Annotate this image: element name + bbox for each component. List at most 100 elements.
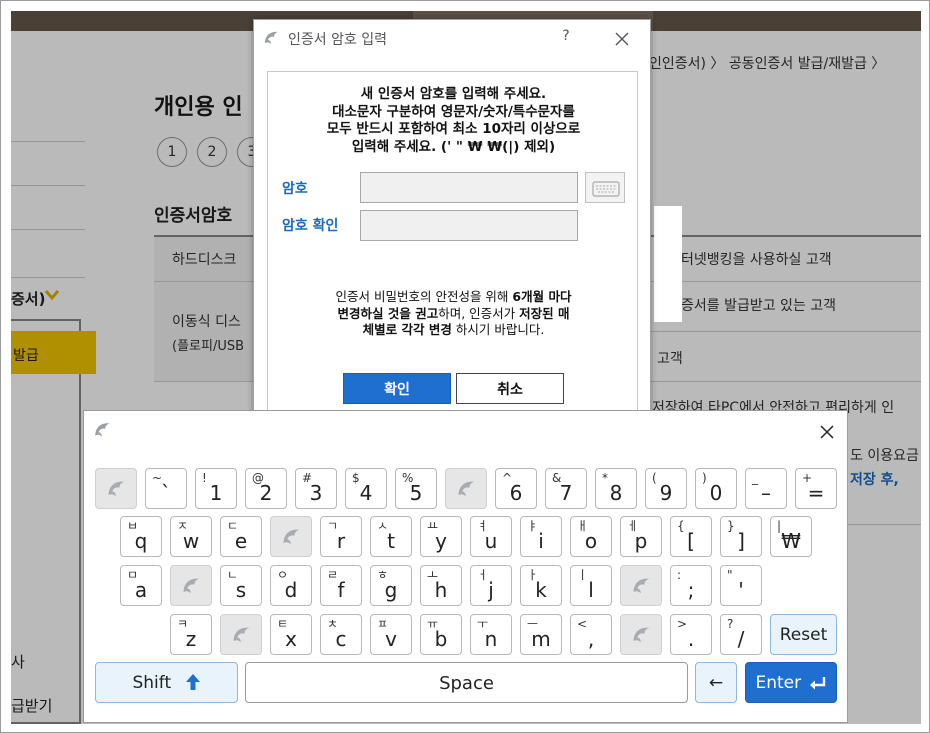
- key-=[interactable]: + =: [795, 468, 837, 509]
- key-x[interactable]: ㅌx: [270, 614, 312, 655]
- notice-text: 체별로 각각 변경: [362, 322, 452, 337]
- key-0[interactable]: ) 0: [695, 468, 737, 509]
- shift-key[interactable]: Shift: [95, 662, 238, 703]
- blank-key[interactable]: [270, 516, 312, 557]
- blank-key[interactable]: [95, 468, 137, 509]
- key-main-symbol: s: [235, 578, 247, 602]
- notice-text: 변경하실 것을 권고: [337, 305, 439, 321]
- blank-key[interactable]: [220, 614, 262, 655]
- dolphin-logo-icon: [233, 627, 250, 643]
- blank-key[interactable]: [620, 614, 662, 655]
- password-input[interactable]: [360, 172, 578, 203]
- key-z[interactable]: ㅋz: [170, 614, 212, 655]
- key-4[interactable]: $4: [345, 468, 387, 509]
- notice-text: 저장된 매: [519, 305, 570, 321]
- key-9[interactable]: (9: [645, 468, 687, 509]
- security-notice: 인증서 비밀번호의 안전성을 위해 6개월 마다 변경하실 것을 권고하며, 인…: [268, 289, 639, 339]
- key-,[interactable]: <,: [570, 614, 612, 655]
- key-'[interactable]: " ': [720, 565, 762, 606]
- key-main-symbol: 5: [409, 481, 423, 505]
- enter-key[interactable]: Enter: [745, 662, 837, 703]
- key-d[interactable]: ㅇd: [270, 565, 312, 606]
- key-7[interactable]: & 7: [545, 468, 587, 509]
- backspace-key[interactable]: ←: [695, 662, 737, 703]
- dialog-title: 인증서 암호 입력: [288, 32, 388, 48]
- key-main-symbol: 2: [259, 481, 273, 505]
- key-–[interactable]: _ –: [745, 468, 787, 509]
- blank-key[interactable]: [620, 565, 662, 606]
- confirm-password-input[interactable]: [360, 210, 578, 241]
- help-button[interactable]: ?: [556, 28, 576, 48]
- key-3[interactable]: #3: [295, 468, 337, 509]
- key-main-symbol: l: [588, 578, 594, 602]
- key-k[interactable]: ㅏk: [520, 565, 562, 606]
- key-8[interactable]: * 8: [595, 468, 637, 509]
- key-main-symbol: t: [387, 529, 395, 553]
- dolphin-logo-icon: [108, 481, 125, 497]
- key-.[interactable]: >.: [670, 614, 712, 655]
- key-h[interactable]: ㅗh: [420, 565, 462, 606]
- enter-key-label: Enter: [746, 673, 836, 693]
- key-l[interactable]: ㅣl: [570, 565, 612, 606]
- key-main-symbol: 9: [659, 481, 673, 505]
- key-g[interactable]: ㅎg: [370, 565, 412, 606]
- key-;[interactable]: :;: [670, 565, 712, 606]
- dolphin-logo-icon: [95, 423, 110, 437]
- close-icon[interactable]: [816, 421, 838, 443]
- key-e[interactable]: ㄷe: [220, 516, 262, 557]
- enter-arrow-icon: [809, 677, 825, 690]
- key-5[interactable]: % 5: [395, 468, 437, 509]
- key-][interactable]: }]: [720, 516, 762, 557]
- key-main-symbol: 1: [209, 481, 223, 505]
- key-main-symbol: e: [234, 529, 248, 553]
- key-main-symbol: ': [738, 578, 744, 602]
- password-dialog: 인증서 암호 입력 ? 새 인증서 암호를 입력해 주세요. 대소문자 구분하여…: [253, 19, 651, 419]
- key-f[interactable]: ㄹf: [320, 565, 362, 606]
- key-1[interactable]: ! 1: [195, 468, 237, 509]
- key-v[interactable]: ㅍv: [370, 614, 412, 655]
- key-p[interactable]: ㅔp: [620, 516, 662, 557]
- key-r[interactable]: ㄱr: [320, 516, 362, 557]
- shift-key-label: Shift: [96, 673, 237, 693]
- key-b[interactable]: ㅠb: [420, 614, 462, 655]
- key-n[interactable]: ㅜn: [470, 614, 512, 655]
- key-main-symbol: 8: [609, 481, 623, 505]
- reset-key[interactable]: Reset: [770, 614, 837, 655]
- key-w[interactable]: ㅈw: [170, 516, 212, 557]
- key-`[interactable]: ~ `: [145, 468, 187, 509]
- dialog-title-bar[interactable]: 인증서 암호 입력 ?: [254, 20, 650, 58]
- key-o[interactable]: ㅐo: [570, 516, 612, 557]
- ok-button[interactable]: 확인: [343, 373, 451, 404]
- space-key[interactable]: Space: [245, 662, 688, 703]
- key-i[interactable]: ㅑi: [520, 516, 562, 557]
- blank-key[interactable]: [170, 565, 212, 606]
- key-main-symbol: j: [488, 578, 494, 602]
- key-main-symbol: c: [335, 627, 347, 651]
- key-6[interactable]: ^ 6: [495, 468, 537, 509]
- key-main-symbol: `: [161, 481, 171, 505]
- key-₩[interactable]: | ₩: [770, 516, 812, 557]
- key-s[interactable]: ㄴs: [220, 565, 262, 606]
- key-u[interactable]: ㅕu: [470, 516, 512, 557]
- key-/[interactable]: ? /: [720, 614, 762, 655]
- blank-key[interactable]: [445, 468, 487, 509]
- key-q[interactable]: ㅂq: [120, 516, 162, 557]
- cancel-button[interactable]: 취소: [456, 373, 564, 404]
- key-m[interactable]: ㅡm: [520, 614, 562, 655]
- key-main-symbol: ₩: [781, 529, 801, 553]
- key-main-symbol: w: [182, 529, 200, 553]
- instruction-line: 모두 반드시 포함하여 최소 10자리 이상으로: [326, 121, 581, 137]
- key-c[interactable]: ㅊc: [320, 614, 362, 655]
- notice-text: 인증서 비밀번호의 안전성을 위해: [335, 289, 513, 304]
- dolphin-logo-icon: [458, 481, 475, 497]
- key-j[interactable]: ㅓj: [470, 565, 512, 606]
- key-main-symbol: [: [687, 529, 695, 553]
- close-icon[interactable]: [611, 28, 633, 50]
- virtual-keyboard-toggle[interactable]: [585, 172, 625, 203]
- key-[[interactable]: {[: [670, 516, 712, 557]
- key-2[interactable]: @2: [245, 468, 287, 509]
- background-panel: [654, 206, 682, 322]
- key-t[interactable]: ㅅt: [370, 516, 412, 557]
- key-a[interactable]: ㅁa: [120, 565, 162, 606]
- key-y[interactable]: ㅛy: [420, 516, 462, 557]
